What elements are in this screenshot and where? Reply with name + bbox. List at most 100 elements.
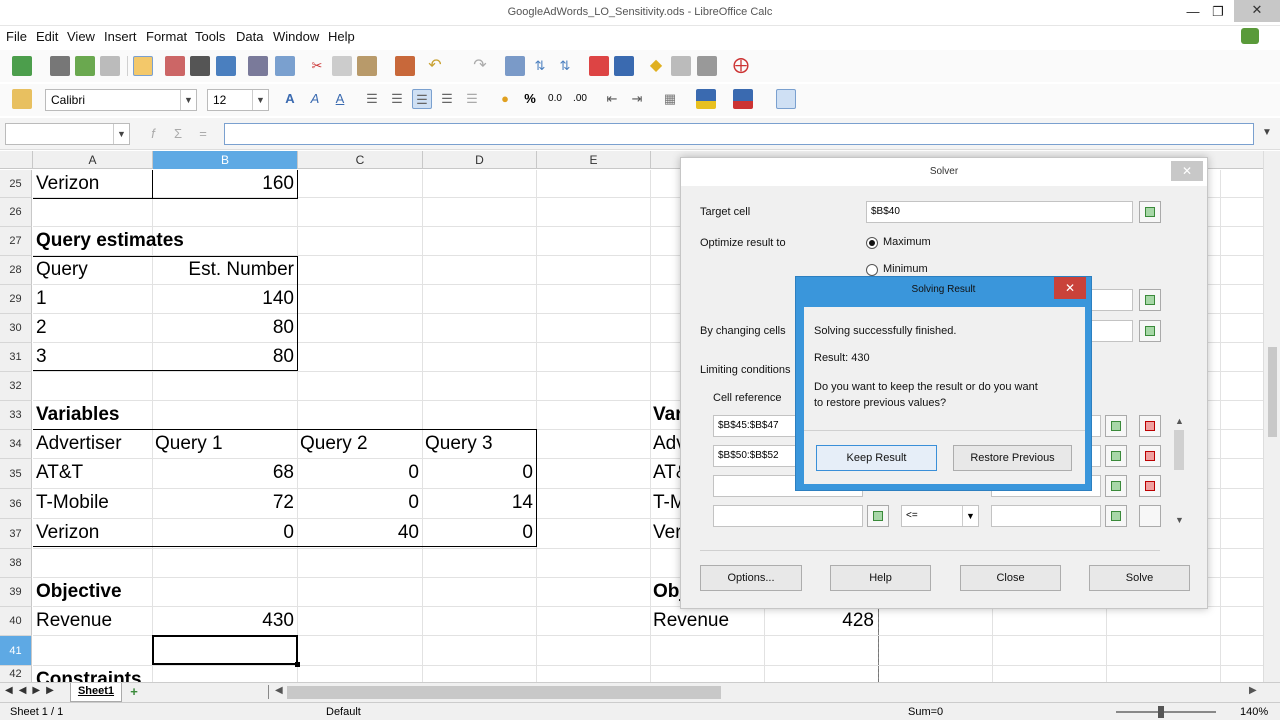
row-header-29[interactable]: 29	[0, 285, 32, 314]
row-header-38[interactable]: 38	[0, 549, 32, 578]
row-header-33[interactable]: 33	[0, 401, 32, 430]
row-header-36[interactable]: 36	[0, 489, 32, 519]
close-button[interactable]: Close	[960, 565, 1061, 591]
tab-splitter[interactable]	[268, 685, 274, 699]
column-header-a[interactable]: A	[33, 151, 153, 169]
number-format-icon[interactable]: 0.0	[545, 89, 565, 109]
minimum-radio[interactable]	[866, 264, 878, 276]
cell-a31[interactable]: 3	[36, 346, 149, 371]
cell-a34[interactable]: Advertiser	[36, 433, 149, 458]
shrink-icon[interactable]	[1139, 289, 1161, 311]
options-button[interactable]: Options...	[700, 565, 802, 591]
row-header-31[interactable]: 31	[0, 343, 32, 372]
row-header-34[interactable]: 34	[0, 430, 32, 459]
cell-b40[interactable]: 430	[155, 610, 294, 635]
shrink-icon[interactable]	[1105, 445, 1127, 467]
equals-icon[interactable]: =	[193, 124, 213, 144]
find-icon[interactable]	[505, 56, 525, 76]
menu-insert[interactable]: Insert	[104, 29, 137, 44]
chevron-down-icon[interactable]: ▼	[252, 90, 268, 110]
menu-data[interactable]: Data	[236, 29, 263, 44]
restore-button[interactable]: ❐	[1203, 2, 1233, 22]
cell-a25[interactable]: Verizon	[36, 173, 149, 197]
scrollbar-thumb[interactable]	[1268, 347, 1277, 437]
row-header-40[interactable]: 40	[0, 607, 32, 636]
add-sheet-icon[interactable]: +	[124, 684, 144, 700]
cell-c36[interactable]: 0	[300, 492, 419, 518]
cell-f40[interactable]: Revenue	[653, 610, 761, 635]
sort-ascending-icon[interactable]: ⇅	[530, 56, 550, 76]
shrink-icon[interactable]	[1105, 475, 1127, 497]
paste-icon[interactable]	[357, 56, 377, 76]
edit-mode-icon[interactable]	[133, 56, 153, 76]
cell-b31[interactable]: 80	[155, 346, 294, 371]
fill-handle[interactable]	[295, 662, 300, 667]
changing-cells-input[interactable]	[1091, 320, 1133, 342]
cell-b34[interactable]: Query 1	[155, 433, 294, 458]
zoom-slider-handle[interactable]	[1158, 706, 1164, 718]
redo-icon[interactable]: ↷	[470, 56, 490, 76]
row-header-35[interactable]: 35	[0, 459, 32, 489]
sidebar-icon[interactable]	[776, 89, 796, 109]
name-box[interactable]: ▼	[5, 123, 130, 145]
row-header-28[interactable]: 28	[0, 256, 32, 285]
cell-a36[interactable]: T-Mobile	[36, 492, 149, 518]
column-header-e[interactable]: E	[537, 151, 651, 169]
cell-c34[interactable]: Query 2	[300, 433, 419, 458]
comment-icon[interactable]	[697, 56, 717, 76]
target-cell-input[interactable]: $B$40	[866, 201, 1133, 223]
percent-icon[interactable]: %	[520, 89, 540, 109]
print-icon[interactable]	[190, 56, 210, 76]
cell-c35[interactable]: 0	[300, 462, 419, 488]
save-icon[interactable]	[75, 56, 95, 76]
row-header-27[interactable]: 27	[0, 227, 32, 256]
expand-formula-icon[interactable]: ▼	[1262, 127, 1272, 138]
value-of-input[interactable]	[1091, 289, 1133, 311]
align-left-icon[interactable]: ☰	[362, 89, 382, 109]
cell-a39[interactable]: Objective	[36, 581, 149, 606]
cell-a33[interactable]: Variables	[36, 404, 149, 429]
sheet-tab-1[interactable]: Sheet1	[70, 683, 122, 702]
function-wizard-icon[interactable]: f	[143, 124, 163, 144]
cell-a29[interactable]: 1	[36, 288, 149, 313]
undo-icon[interactable]: ↶	[425, 56, 445, 76]
decrease-indent-icon[interactable]: ⇤	[602, 89, 622, 109]
solver-close-icon[interactable]: ✕	[1171, 161, 1203, 181]
autospell-icon[interactable]	[275, 56, 295, 76]
menu-help[interactable]: Help	[328, 29, 355, 44]
row-header-25[interactable]: 25	[0, 170, 32, 198]
styles-icon[interactable]	[12, 89, 32, 109]
special-character-icon[interactable]: ◆	[646, 56, 666, 76]
sort-descending-icon[interactable]: ⇅	[555, 56, 575, 76]
borders-icon[interactable]: ▦	[660, 89, 680, 109]
menu-view[interactable]: View	[67, 29, 95, 44]
scroll-right-icon[interactable]: ▶	[1249, 685, 1257, 696]
conditions-scrollbar[interactable]	[1174, 430, 1184, 470]
font-size-box[interactable]: 12 ▼	[207, 89, 269, 111]
hyperlink-icon[interactable]	[671, 56, 691, 76]
result-close-icon[interactable]: ✕	[1054, 277, 1086, 299]
row-header-32[interactable]: 32	[0, 372, 32, 401]
cell-d35[interactable]: 0	[425, 462, 533, 488]
cell-c37[interactable]: 40	[300, 522, 419, 548]
menu-file[interactable]: File	[6, 29, 27, 44]
maximum-radio[interactable]	[866, 237, 878, 249]
menu-tools[interactable]: Tools	[195, 29, 225, 44]
justify-icon[interactable]: ☰	[437, 89, 457, 109]
column-header-b[interactable]: B	[153, 151, 298, 169]
underline-icon[interactable]: A	[330, 89, 350, 109]
menu-format[interactable]: Format	[146, 29, 187, 44]
sheet-navigation-icon[interactable]: ◀◀▶▶	[5, 685, 60, 696]
open-icon[interactable]	[50, 56, 70, 76]
print-preview-icon[interactable]	[216, 56, 236, 76]
cell-b29[interactable]: 140	[155, 288, 294, 313]
spellcheck-icon[interactable]	[248, 56, 268, 76]
align-right-icon[interactable]: ☰	[412, 89, 432, 109]
navigator-icon[interactable]: ⨁	[731, 56, 751, 76]
scroll-up-icon[interactable]: ▲	[1175, 416, 1184, 426]
sum-icon[interactable]: Σ	[168, 124, 188, 144]
increase-indent-icon[interactable]: ⇥	[627, 89, 647, 109]
shrink-icon[interactable]	[1105, 415, 1127, 437]
export-pdf-icon[interactable]	[165, 56, 185, 76]
menu-edit[interactable]: Edit	[36, 29, 58, 44]
